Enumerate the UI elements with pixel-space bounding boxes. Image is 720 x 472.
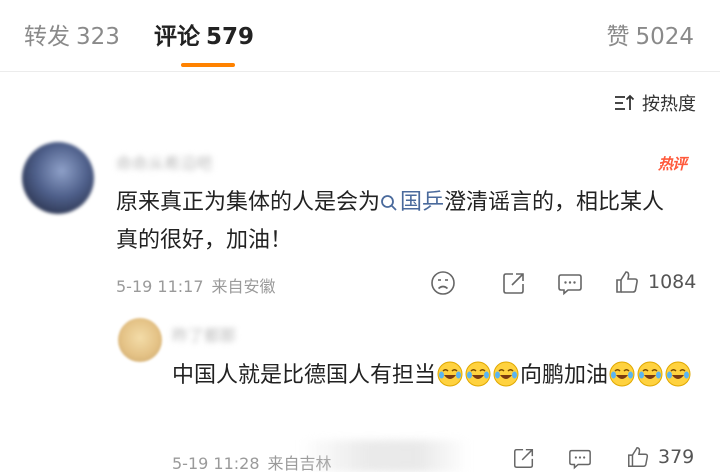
hot-comment-badge: 热评 <box>657 154 687 173</box>
reply-avatar[interactable] <box>118 318 162 362</box>
active-tab-indicator <box>181 63 235 67</box>
tab-comment[interactable]: 评论 579 <box>154 22 254 52</box>
reply-share-button[interactable] <box>512 446 536 470</box>
tab-comment-count: 579 <box>206 24 255 50</box>
tab-like[interactable]: 赞 5024 <box>606 22 694 52</box>
reply-text-part-2: 向鹏加油 <box>520 363 609 388</box>
tab-repost[interactable]: 转发 323 <box>24 22 120 52</box>
crying-laughing-emoji <box>465 361 491 387</box>
tab-bar: 转发 323 评论 579 赞 5024 <box>0 0 720 72</box>
search-term: 国乒 <box>400 190 445 215</box>
reply-text: 中国人就是比德国人有担当 向鹏加油 <box>172 357 702 395</box>
tab-like-count: 5024 <box>635 24 694 50</box>
frown-face-icon <box>431 271 455 295</box>
comment-date: 5-19 11:17 <box>116 277 204 296</box>
crying-laughing-emoji <box>665 361 691 387</box>
comment-icon <box>558 274 582 296</box>
watermark-blur <box>300 440 470 472</box>
tab-comment-label: 评论 <box>154 24 200 50</box>
like-button[interactable]: 1084 <box>614 269 696 295</box>
share-icon <box>514 448 534 468</box>
reply-username[interactable]: 昨了都那 <box>172 322 236 346</box>
search-icon <box>381 195 397 211</box>
tab-like-label: 赞 <box>606 24 630 50</box>
crying-laughing-emoji <box>493 361 519 387</box>
dislike-button[interactable] <box>430 270 456 296</box>
comment-text-before: 原来真正为集体的人是会为 <box>116 190 381 215</box>
sort-icon <box>615 94 635 110</box>
avatar[interactable] <box>22 142 94 214</box>
reply-button[interactable] <box>557 270 583 296</box>
reply-like-button[interactable]: 379 <box>626 445 694 469</box>
comment-text: 原来真正为集体的人是会为 国乒澄清谣言的，相比某人真的很好，加油！ <box>116 184 676 260</box>
crying-laughing-emoji <box>637 361 663 387</box>
tab-repost-count: 323 <box>76 24 120 50</box>
tab-repost-label: 转发 <box>24 24 70 50</box>
comment-icon <box>569 449 591 470</box>
like-count: 1084 <box>648 271 697 293</box>
comment-source: 来自安徽 <box>211 277 276 296</box>
reply-text-part-1: 中国人就是比德国人有担当 <box>172 363 437 388</box>
thumbs-up-icon <box>616 271 638 293</box>
comment-meta: 5-19 11:17 来自安徽 <box>116 273 276 297</box>
sort-by-hot-button[interactable]: 按热度 <box>614 90 696 116</box>
thumbs-up-icon <box>628 447 649 467</box>
reply-like-count: 379 <box>658 446 695 468</box>
search-topic-link[interactable]: 国乒 <box>380 190 444 215</box>
share-icon <box>503 273 524 294</box>
reply-reply-button[interactable] <box>568 446 592 470</box>
reply-date: 5-19 11:28 <box>172 454 260 472</box>
crying-laughing-emoji <box>437 361 463 387</box>
crying-laughing-emoji <box>609 361 635 387</box>
sort-label: 按热度 <box>642 94 696 115</box>
share-button[interactable] <box>501 270 527 296</box>
username[interactable]: 命命从希沿吧 <box>116 150 212 174</box>
